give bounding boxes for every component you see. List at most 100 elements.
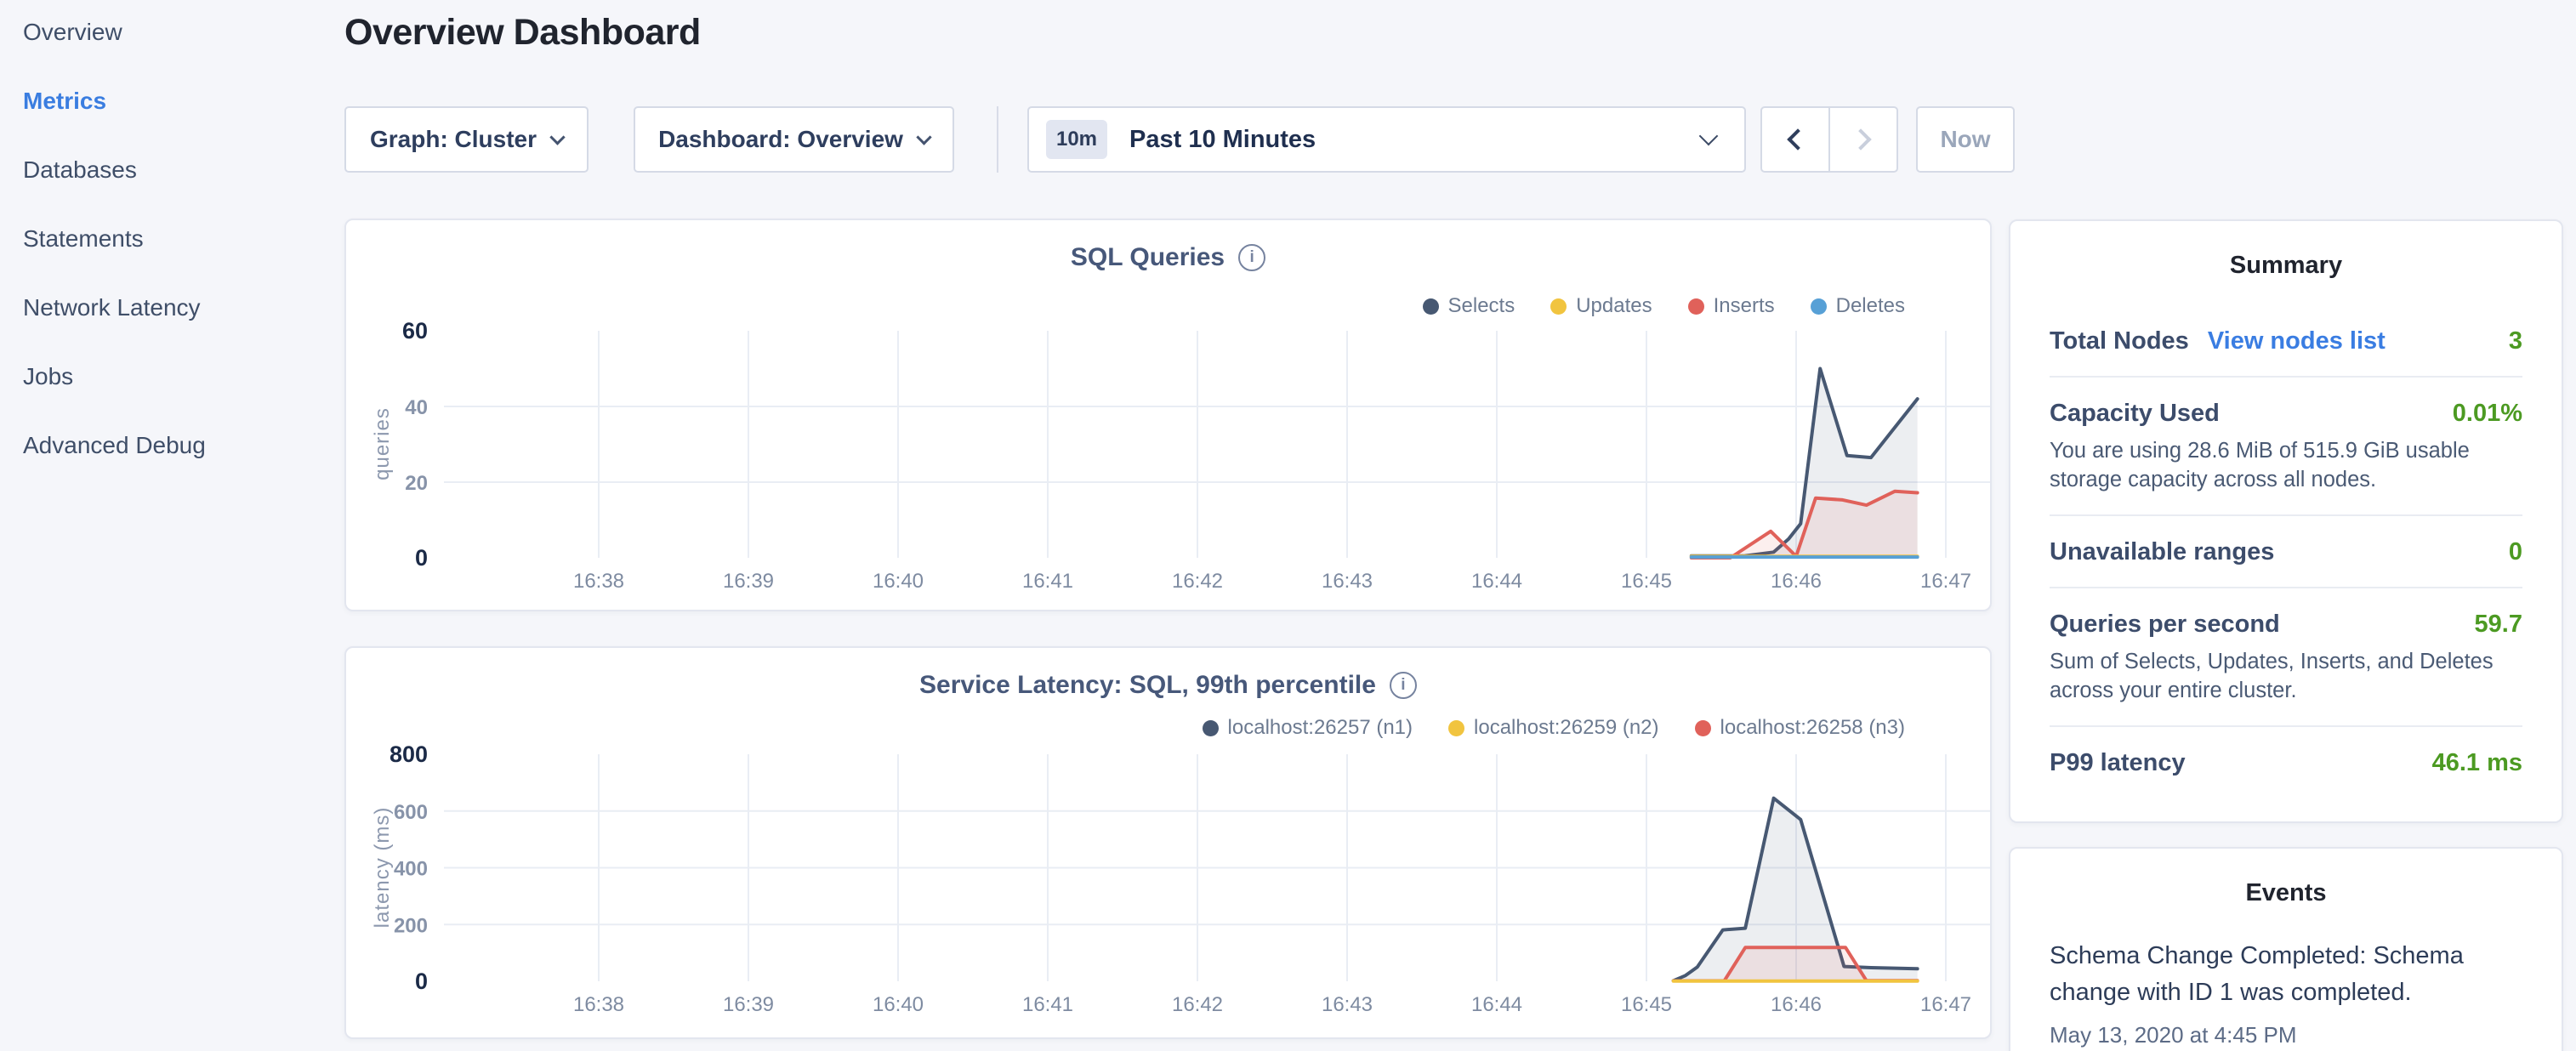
svg-text:16:38: 16:38	[573, 993, 624, 1016]
summary-row-capacity-used: Capacity Used 0.01% You are using 28.6 M…	[2050, 376, 2522, 514]
svg-text:latency (ms): latency (ms)	[371, 807, 394, 929]
summary-label: Total Nodes	[2050, 327, 2189, 355]
legend-dot-icon	[1688, 298, 1704, 315]
view-nodes-list-link[interactable]: View nodes list	[2208, 327, 2386, 355]
summary-row-p99-latency: P99 latency 46.1 ms	[2050, 725, 2522, 798]
svg-text:16:43: 16:43	[1322, 993, 1373, 1016]
legend-item[interactable]: localhost:26258 (n3)	[1695, 716, 1905, 740]
summary-row-total-nodes: Total Nodes View nodes list 3	[2050, 280, 2522, 376]
time-range-badge: 10m	[1046, 120, 1107, 159]
svg-text:40: 40	[405, 396, 428, 419]
page-title: Overview Dashboard	[344, 12, 701, 54]
legend-dot-icon	[1423, 298, 1439, 315]
chevron-right-icon	[1850, 128, 1871, 150]
service-latency-legend: localhost:26257 (n1) localhost:26259 (n2)…	[1203, 716, 1905, 740]
summary-title: Summary	[2050, 252, 2522, 280]
time-step-buttons	[1760, 106, 1898, 173]
svg-text:400: 400	[394, 858, 428, 881]
svg-text:queries: queries	[371, 407, 394, 480]
svg-text:16:41: 16:41	[1022, 570, 1073, 593]
now-button[interactable]: Now	[1916, 106, 2015, 173]
legend-dot-icon	[1550, 298, 1567, 315]
legend-label: Updates	[1576, 294, 1652, 318]
legend-item[interactable]: localhost:26257 (n1)	[1203, 716, 1413, 740]
svg-text:60: 60	[402, 322, 428, 344]
service-latency-chart: 16:38 16:39 16:40 16:41 16:42 16:43 16:44 16:45…	[346, 746, 1993, 1026]
graph-dropdown-label: Graph: Cluster	[370, 126, 537, 153]
legend-item[interactable]: Inserts	[1688, 294, 1775, 318]
svg-text:16:41: 16:41	[1022, 993, 1073, 1016]
sidebar-item-metrics[interactable]: Metrics	[23, 84, 333, 118]
legend-item[interactable]: Updates	[1550, 294, 1652, 318]
legend-label: localhost:26257 (n1)	[1228, 716, 1413, 740]
svg-text:16:45: 16:45	[1621, 570, 1672, 593]
sidebar-item-databases[interactable]: Databases	[23, 153, 333, 187]
legend-label: localhost:26259 (n2)	[1474, 716, 1658, 740]
time-prev-button[interactable]	[1760, 106, 1830, 173]
chart-title-row: SQL Queries i	[346, 243, 1990, 272]
legend-dot-icon	[1203, 720, 1219, 736]
svg-text:20: 20	[405, 472, 428, 495]
svg-text:16:38: 16:38	[573, 570, 624, 593]
legend-item[interactable]: Selects	[1423, 294, 1515, 318]
legend-label: Deletes	[1836, 294, 1905, 318]
summary-value: 46.1 ms	[2432, 749, 2522, 777]
svg-text:0: 0	[415, 545, 428, 571]
legend-dot-icon	[1448, 720, 1464, 736]
info-icon[interactable]: i	[1390, 672, 1417, 699]
svg-text:16:47: 16:47	[1920, 993, 1971, 1016]
legend-dot-icon	[1811, 298, 1827, 315]
svg-text:16:44: 16:44	[1471, 993, 1522, 1016]
sql-queries-legend: Selects Updates Inserts Deletes	[1423, 294, 1906, 318]
chart-title-row: Service Latency: SQL, 99th percentile i	[346, 671, 1990, 700]
legend-label: Inserts	[1714, 294, 1775, 318]
chart-title: SQL Queries	[1071, 243, 1225, 272]
summary-value: 3	[2509, 327, 2522, 355]
dashboard-dropdown[interactable]: Dashboard: Overview	[634, 106, 954, 173]
info-icon[interactable]: i	[1238, 244, 1265, 271]
time-next-button[interactable]	[1828, 106, 1898, 173]
summary-label: Unavailable ranges	[2050, 538, 2274, 566]
svg-text:200: 200	[394, 914, 428, 937]
sidebar-item-jobs[interactable]: Jobs	[23, 360, 333, 394]
sidebar: Overview Metrics Databases Statements Ne…	[0, 0, 333, 1051]
summary-panel: Summary Total Nodes View nodes list 3 Ca…	[2009, 219, 2563, 823]
summary-row-unavailable-ranges: Unavailable ranges 0	[2050, 514, 2522, 587]
svg-text:16:47: 16:47	[1920, 570, 1971, 593]
svg-text:16:44: 16:44	[1471, 570, 1522, 593]
summary-value: 0	[2509, 538, 2522, 566]
summary-value: 59.7	[2475, 611, 2522, 639]
svg-text:600: 600	[394, 801, 428, 824]
sidebar-item-statements[interactable]: Statements	[23, 222, 333, 256]
chevron-down-icon	[1699, 127, 1719, 146]
dashboard-dropdown-label: Dashboard: Overview	[658, 126, 903, 153]
chevron-down-icon	[916, 129, 931, 145]
svg-text:16:42: 16:42	[1172, 993, 1223, 1016]
summary-label: Queries per second	[2050, 611, 2280, 639]
svg-text:800: 800	[390, 746, 428, 767]
sidebar-item-advanced-debug[interactable]: Advanced Debug	[23, 429, 333, 463]
events-title: Events	[2050, 879, 2522, 907]
summary-description: Sum of Selects, Updates, Inserts, and De…	[2050, 647, 2522, 705]
legend-label: Selects	[1448, 294, 1515, 318]
legend-label: localhost:26258 (n3)	[1720, 716, 1905, 740]
summary-label: P99 latency	[2050, 749, 2186, 777]
svg-text:16:42: 16:42	[1172, 570, 1223, 593]
sidebar-item-overview[interactable]: Overview	[23, 15, 333, 49]
time-range-dropdown[interactable]: 10m Past 10 Minutes	[1027, 106, 1746, 173]
chart-title: Service Latency: SQL, 99th percentile	[919, 671, 1376, 700]
svg-text:16:40: 16:40	[873, 993, 924, 1016]
time-range-label: Past 10 Minutes	[1129, 126, 1316, 154]
sidebar-item-network-latency[interactable]: Network Latency	[23, 291, 333, 325]
legend-item[interactable]: localhost:26259 (n2)	[1448, 716, 1658, 740]
svg-text:16:39: 16:39	[723, 993, 774, 1016]
graph-dropdown[interactable]: Graph: Cluster	[344, 106, 589, 173]
svg-text:16:45: 16:45	[1621, 993, 1672, 1016]
svg-text:16:39: 16:39	[723, 570, 774, 593]
legend-item[interactable]: Deletes	[1811, 294, 1905, 318]
toolbar-divider	[997, 106, 998, 173]
chevron-down-icon	[549, 129, 565, 145]
event-timestamp: May 13, 2020 at 4:45 PM	[2050, 1022, 2522, 1048]
event-item[interactable]: Schema Change Completed: Schema change w…	[2050, 938, 2522, 1011]
admin-ui-page: Overview Metrics Databases Statements Ne…	[0, 0, 2576, 1051]
